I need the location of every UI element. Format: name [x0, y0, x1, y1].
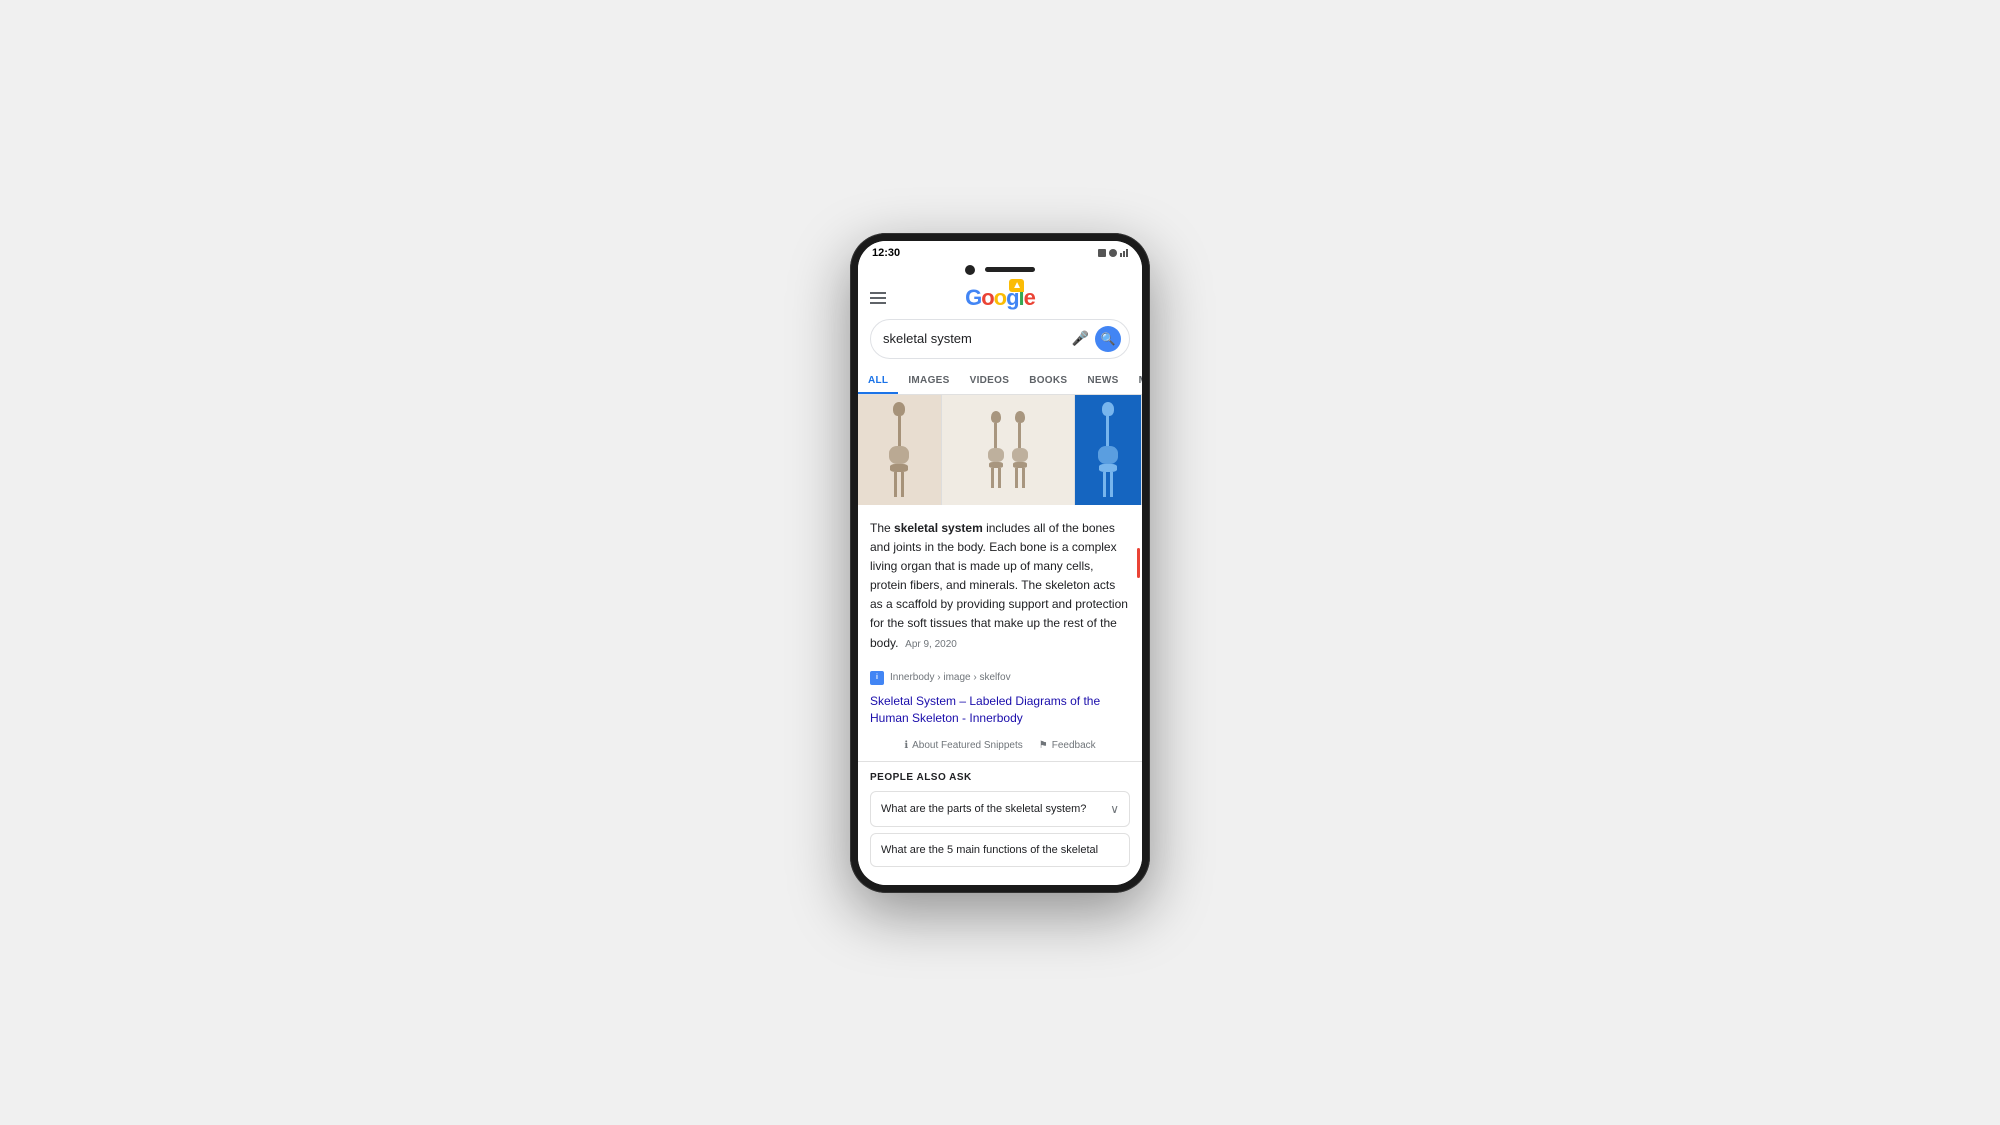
phone-screen: 12:30 Goog▲le — [858, 241, 1142, 885]
search-results: The skeletal system includes all of the … — [858, 395, 1142, 885]
skeleton-image-2[interactable] — [942, 395, 1075, 505]
wifi-icon — [1109, 249, 1117, 257]
hamburger-line — [870, 302, 886, 304]
info-icon: ℹ — [904, 740, 908, 751]
featured-snippet: The skeletal system includes all of the … — [858, 507, 1142, 665]
tab-images[interactable]: IMAGES — [898, 367, 959, 394]
tab-all[interactable]: ALL — [858, 367, 898, 394]
status-icons — [1098, 249, 1128, 257]
feedback-row: ℹ About Featured Snippets ⚑ Feedback — [858, 734, 1142, 762]
source-path: Innerbody › image › skelfov — [890, 672, 1011, 683]
skeleton-image-3[interactable] — [1075, 395, 1142, 505]
source-favicon: i — [870, 671, 884, 685]
feedback-label: Feedback — [1052, 740, 1096, 751]
search-tabs: ALL IMAGES VIDEOS BOOKS NEWS MAP — [858, 367, 1142, 395]
people-also-ask-section: PEOPLE ALSO ASK What are the parts of th… — [858, 762, 1142, 883]
snippet-date: Apr 9, 2020 — [905, 639, 957, 650]
speaker-icon — [985, 267, 1035, 272]
search-input[interactable]: skeletal system — [883, 331, 1072, 346]
about-snippets-label: About Featured Snippets — [912, 740, 1023, 751]
paa-question-2: What are the 5 main functions of the ske… — [881, 844, 1119, 856]
source-link[interactable]: Skeletal System – Labeled Diagrams of th… — [858, 691, 1142, 735]
hamburger-menu[interactable] — [870, 292, 886, 304]
image-strip[interactable] — [858, 395, 1142, 505]
paa-question-1: What are the parts of the skeletal syste… — [881, 803, 1110, 815]
paa-chevron-1: ∨ — [1110, 802, 1119, 816]
source-line: i Innerbody › image › skelfov — [858, 665, 1142, 691]
snippet-bold-term: skeletal system — [894, 521, 983, 535]
camera-icon — [965, 265, 975, 275]
tab-maps[interactable]: MAP — [1129, 367, 1142, 394]
status-time: 12:30 — [872, 247, 900, 259]
paa-item-1[interactable]: What are the parts of the skeletal syste… — [870, 791, 1130, 827]
battery-icon — [1120, 249, 1128, 257]
search-icon: 🔍 — [1101, 332, 1116, 346]
phone-device: 12:30 Goog▲le — [850, 233, 1150, 893]
snippet-body: includes all of the bones and joints in … — [870, 521, 1128, 650]
tab-news[interactable]: NEWS — [1077, 367, 1128, 394]
search-button[interactable]: 🔍 — [1095, 326, 1121, 352]
search-bar[interactable]: skeletal system 🎤 🔍 — [870, 319, 1130, 359]
status-bar: 12:30 — [858, 241, 1142, 263]
tab-books[interactable]: BOOKS — [1019, 367, 1077, 394]
google-header: Goog▲le — [858, 279, 1142, 311]
notch-area — [858, 263, 1142, 279]
hamburger-line — [870, 292, 886, 294]
google-logo: Goog▲le — [965, 285, 1035, 311]
signal-icon — [1098, 249, 1106, 257]
feedback-icon: ⚑ — [1039, 740, 1048, 751]
mic-icon[interactable]: 🎤 — [1072, 330, 1089, 347]
about-snippets-button[interactable]: ℹ About Featured Snippets — [904, 740, 1022, 751]
feedback-button[interactable]: ⚑ Feedback — [1039, 740, 1096, 751]
search-bar-container: skeletal system 🎤 🔍 — [858, 311, 1142, 367]
hamburger-line — [870, 297, 886, 299]
paa-item-2[interactable]: What are the 5 main functions of the ske… — [870, 833, 1130, 867]
snippet-intro: The — [870, 521, 894, 535]
skeleton-image-1[interactable] — [858, 395, 942, 505]
paa-title: PEOPLE ALSO ASK — [870, 772, 1130, 783]
tab-videos[interactable]: VIDEOS — [960, 367, 1020, 394]
